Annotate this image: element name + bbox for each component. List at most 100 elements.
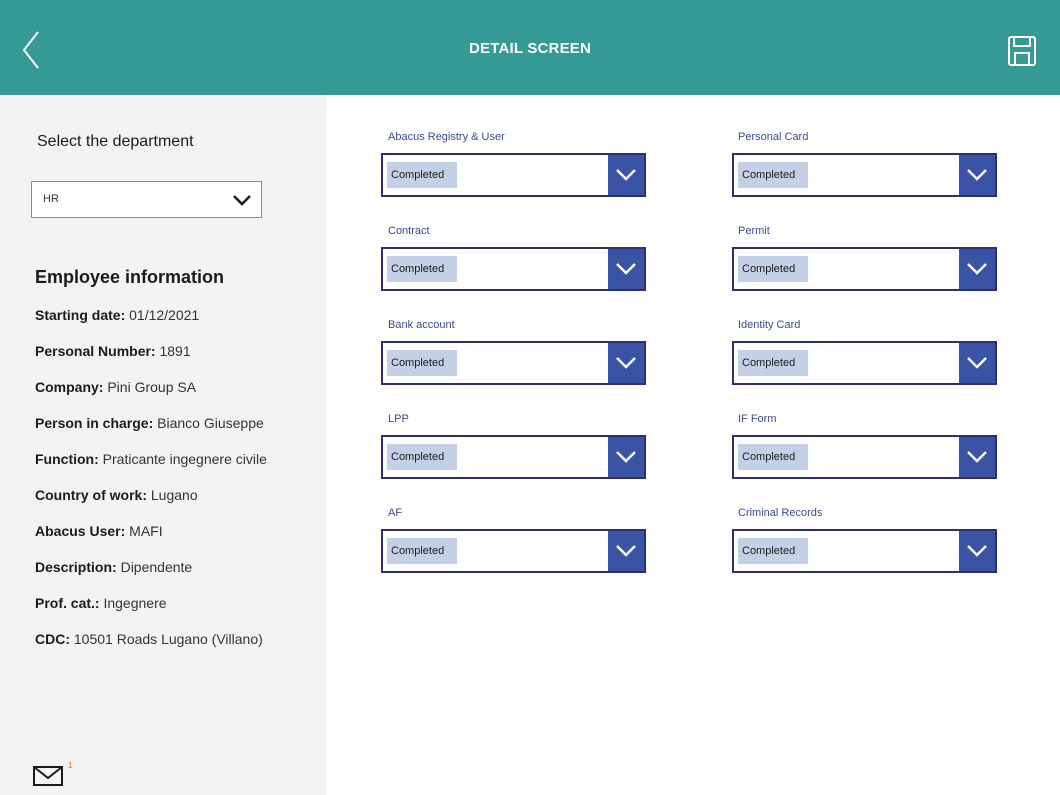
- info-description: Description: Dipendente: [35, 559, 192, 575]
- dropdown-arrow[interactable]: [959, 437, 995, 477]
- selected-value: Completed: [391, 545, 445, 557]
- info-value: Pini Group SA: [107, 379, 197, 395]
- dropdown-arrow[interactable]: [608, 249, 644, 289]
- field-label-bank-account: Bank account: [388, 319, 455, 331]
- contract-dropdown[interactable]: Completed: [381, 247, 646, 291]
- save-button[interactable]: [1006, 34, 1038, 68]
- selected-value-box: Completed: [387, 444, 457, 470]
- af-dropdown[interactable]: Completed: [381, 529, 646, 573]
- chevron-down-icon: [967, 451, 987, 463]
- info-label: Function:: [35, 451, 99, 467]
- selected-value: Completed: [391, 169, 445, 181]
- info-label: Abacus User:: [35, 523, 126, 539]
- info-label: Person in charge:: [35, 415, 154, 431]
- chevron-down-icon: [967, 169, 987, 181]
- info-value: 01/12/2021: [129, 307, 200, 323]
- info-value: Ingegnere: [103, 595, 167, 611]
- selected-value: Completed: [391, 357, 445, 369]
- abacus-registry-dropdown[interactable]: Completed: [381, 153, 646, 197]
- employee-info-title: Employee information: [35, 267, 225, 287]
- chevron-down-icon: [967, 357, 987, 369]
- selected-value-box: Completed: [387, 256, 457, 282]
- criminal-records-dropdown[interactable]: Completed: [732, 529, 997, 573]
- info-value: MAFI: [129, 523, 163, 539]
- dropdown-arrow[interactable]: [959, 343, 995, 383]
- field-label-criminal-records: Criminal Records: [738, 507, 823, 519]
- chevron-down-icon: [616, 263, 636, 275]
- info-function: Function: Praticante ingegnere civile: [35, 451, 267, 467]
- selected-value: Completed: [742, 357, 796, 369]
- info-label: Description:: [35, 559, 117, 575]
- selected-value: Completed: [391, 451, 445, 463]
- selected-value-box: Completed: [738, 444, 808, 470]
- chevron-down-icon: [616, 169, 636, 181]
- info-value: Praticante ingegnere civile: [102, 451, 267, 467]
- selected-value: Completed: [742, 545, 796, 557]
- department-value: HR: [43, 193, 59, 205]
- selected-value: Completed: [742, 263, 796, 275]
- chevron-down-icon: [616, 451, 636, 463]
- department-label: Select the department: [37, 133, 194, 150]
- dropdown-arrow[interactable]: [608, 437, 644, 477]
- sidebar-panel: Select the department HR Employee inform…: [0, 95, 326, 795]
- mail-badge: 1: [68, 761, 73, 770]
- dropdown-arrow[interactable]: [959, 249, 995, 289]
- selected-value-box: Completed: [738, 256, 808, 282]
- selected-value: Completed: [742, 169, 796, 181]
- dropdown-arrow[interactable]: [608, 343, 644, 383]
- personal-card-dropdown[interactable]: Completed: [732, 153, 997, 197]
- info-label: CDC:: [35, 631, 70, 647]
- selected-value: Completed: [391, 263, 445, 275]
- info-cdc: CDC: 10501 Roads Lugano (Villano): [35, 631, 263, 647]
- dropdown-arrow[interactable]: [608, 155, 644, 195]
- chevron-down-icon: [967, 545, 987, 557]
- header-bar: DETAIL SCREEN: [0, 0, 1060, 95]
- page-title: DETAIL SCREEN: [468, 40, 592, 57]
- info-abacus-user: Abacus User: MAFI: [35, 523, 163, 539]
- department-dropdown[interactable]: HR: [31, 181, 262, 218]
- info-label: Country of work:: [35, 487, 147, 503]
- info-value: 1891: [159, 343, 191, 359]
- selected-value: Completed: [742, 451, 796, 463]
- selected-value-box: Completed: [738, 350, 808, 376]
- field-label-lpp: LPP: [388, 413, 409, 425]
- info-value: Bianco Giuseppe: [157, 415, 264, 431]
- identity-card-dropdown[interactable]: Completed: [732, 341, 997, 385]
- bank-account-dropdown[interactable]: Completed: [381, 341, 646, 385]
- info-country-of-work: Country of work: Lugano: [35, 487, 198, 503]
- selected-value-box: Completed: [387, 162, 457, 188]
- info-person-in-charge: Person in charge: Bianco Giuseppe: [35, 415, 264, 431]
- info-label: Prof. cat.:: [35, 595, 100, 611]
- lpp-dropdown[interactable]: Completed: [381, 435, 646, 479]
- field-label-permit: Permit: [738, 225, 770, 237]
- info-label: Starting date:: [35, 307, 126, 323]
- floppy-disk-icon: [1008, 36, 1036, 66]
- info-label: Personal Number:: [35, 343, 156, 359]
- field-label-identity-card: Identity Card: [738, 319, 801, 331]
- field-label-abacus-registry: Abacus Registry & User: [388, 131, 505, 143]
- chevron-down-icon: [616, 357, 636, 369]
- info-value: Lugano: [150, 487, 198, 503]
- field-label-personal-card: Personal Card: [738, 131, 809, 143]
- dropdown-arrow[interactable]: [959, 155, 995, 195]
- if-form-dropdown[interactable]: Completed: [732, 435, 997, 479]
- chevron-down-icon: [233, 195, 251, 206]
- dropdown-arrow[interactable]: [608, 531, 644, 571]
- dropdown-arrow[interactable]: [959, 531, 995, 571]
- field-label-af: AF: [388, 507, 403, 519]
- info-personal-number: Personal Number: 1891: [35, 343, 191, 359]
- info-value: Dipendente: [120, 559, 193, 575]
- field-label-contract: Contract: [388, 225, 430, 237]
- selected-value-box: Completed: [387, 538, 457, 564]
- info-starting-date: Starting date: 01/12/2021: [35, 307, 199, 323]
- info-value: 10501 Roads Lugano (Villano): [73, 631, 263, 647]
- info-prof-cat: Prof. cat.: Ingegnere: [35, 595, 167, 611]
- selected-value-box: Completed: [738, 162, 808, 188]
- info-company: Company: Pini Group SA: [35, 379, 196, 395]
- info-label: Company:: [35, 379, 104, 395]
- app-window: DETAIL SCREEN Select the department HR E…: [0, 0, 1060, 795]
- field-label-if-form: IF Form: [738, 413, 777, 425]
- selected-value-box: Completed: [738, 538, 808, 564]
- permit-dropdown[interactable]: Completed: [732, 247, 997, 291]
- mail-icon[interactable]: [33, 765, 63, 787]
